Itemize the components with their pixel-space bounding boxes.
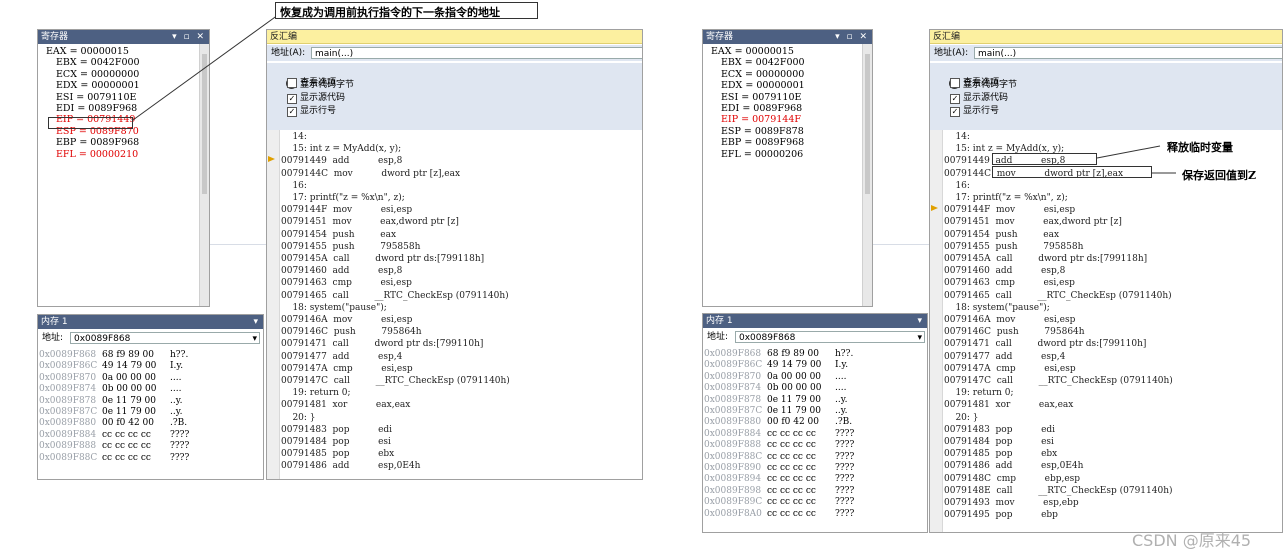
watermark: CSDN @原来45 — [1132, 531, 1252, 550]
right-annotation-lines — [1096, 145, 1176, 174]
save-return-annotation: 保存返回值到Z — [1182, 169, 1257, 182]
divider — [873, 244, 929, 245]
divider — [210, 244, 266, 245]
release-temp-annotation: 释放临时变量 — [1167, 141, 1233, 154]
